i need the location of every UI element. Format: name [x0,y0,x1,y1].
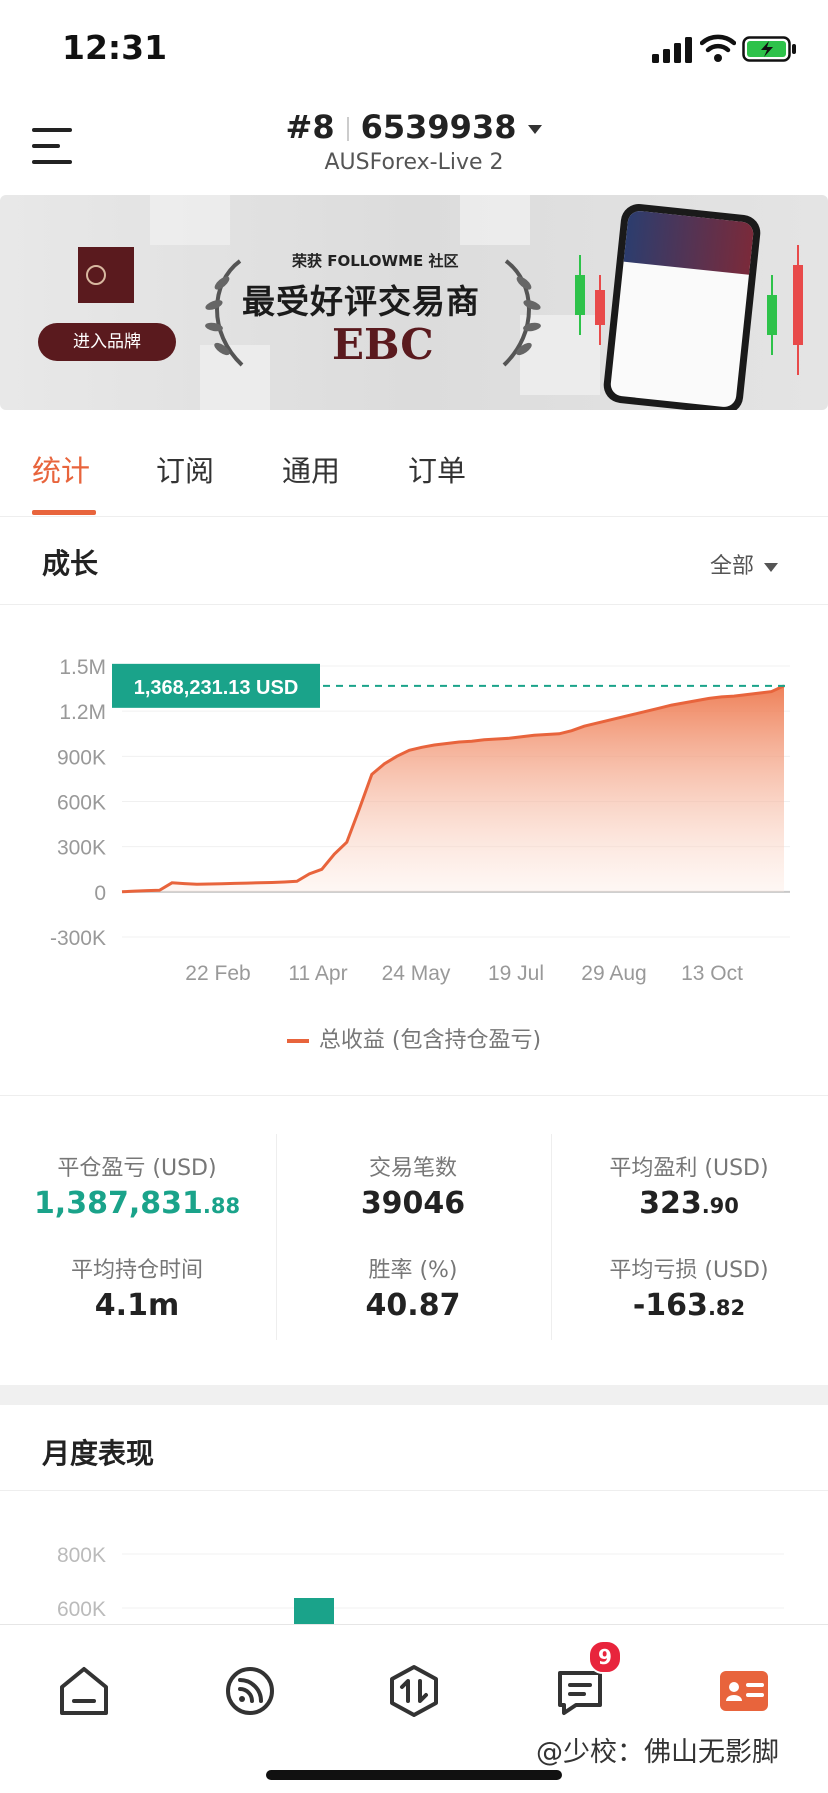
ebc-logo [78,247,134,303]
y-tick-label: 800K [57,1544,106,1567]
stat-value-integer: 1,387,831 [33,1186,203,1221]
home-indicator [266,1770,562,1780]
stat-value: 39046 [276,1186,550,1221]
signal-icon [652,37,692,63]
banner-decoration [460,195,530,245]
range-selector[interactable]: 全部 [710,548,779,580]
candlestick-decoration [767,245,803,375]
account-selector[interactable]: #8 6539938 [0,108,828,146]
x-tick-label: 24 May [382,962,451,985]
profile-card-icon[interactable] [712,1659,776,1723]
phone-illustration [601,202,763,410]
tab-bar: 统计 订阅 通用 订单 [0,410,828,517]
trade-icon[interactable] [382,1659,446,1723]
divider [346,117,349,141]
divider [551,1134,552,1340]
banner-decoration [150,195,230,245]
chart-legend: 总收益 (包含持仓盈亏) [0,1022,828,1054]
promo-banner[interactable]: 进入品牌 荣获 FOLLOWME 社区 最受好评交易商 EBC [0,195,828,410]
tab-general[interactable]: 通用 [282,448,340,490]
feed-icon[interactable] [218,1659,282,1723]
divider [0,604,828,605]
account-number: 6539938 [360,108,517,146]
stat-value: 40.87 [276,1288,550,1323]
stat-value: 1,387,831.88 [0,1186,274,1221]
legend-swatch [286,1039,309,1043]
monthly-bar [294,1598,334,1624]
stat-value-integer: -163 [632,1288,708,1323]
stat-label: 平均亏损 (USD) [609,1258,769,1283]
tab-subscribe[interactable]: 订阅 [156,448,214,490]
stat-label: 交易笔数 [368,1156,457,1181]
x-tick-label: 11 Apr [288,962,347,985]
legend-label: 总收益 (包含持仓盈亏) [318,1028,542,1053]
growth-chart: 1.5M 1.2M 900K 600K 300K 0 -300K 22 Feb 11 Apr 24… [50,656,790,985]
divider [0,1095,828,1096]
enter-brand-button[interactable]: 进入品牌 [38,323,176,361]
stat-value: 323.90 [552,1186,826,1221]
y-tick-label: 1.5M [59,656,106,679]
stat-value-decimal: .88 [202,1194,241,1218]
stat-value-integer: 40.87 [365,1288,461,1323]
wifi-icon [700,34,736,62]
stat-value-decimal: .82 [707,1296,746,1320]
message-badge: 9 [588,1640,622,1674]
y-tick-label: 600K [57,1598,106,1621]
range-label: 全部 [710,554,755,579]
tab-indicator [32,510,96,515]
stat-label: 平均盈利 (USD) [609,1156,769,1181]
laurel-right-icon [502,259,541,367]
stat-label: 平仓盈亏 (USD) [57,1156,217,1181]
status-bar: 12:31 [0,0,828,90]
candlestick-decoration [575,255,605,345]
section-title-growth: 成长 [42,547,99,580]
stat-value-integer: 4.1m [94,1288,180,1323]
x-tick-label: 13 Oct [681,962,743,985]
home-icon[interactable] [52,1659,116,1723]
current-value-label: 1,368,231.13 USD [134,677,299,699]
stat-label: 平均持仓时间 [70,1258,203,1283]
y-tick-label: 1.2M [59,701,106,724]
caret-down-icon [764,562,779,572]
y-tick-label: 0 [94,882,106,905]
tab-orders[interactable]: 订单 [408,448,466,490]
stat-value: 4.1m [0,1288,274,1323]
section-gap [0,1385,828,1405]
account-server: AUSForex-Live 2 [324,150,504,175]
banner-headline: 最受好评交易商 [242,282,480,321]
stat-value-integer: 323 [639,1186,702,1221]
stat-value-decimal: .90 [701,1194,739,1218]
status-time: 12:31 [62,28,168,67]
series-area [122,685,784,892]
stat-value-integer: 39046 [360,1186,466,1221]
banner-subtitle: 荣获 FOLLOWME 社区 [292,252,459,270]
stat-label: 胜率 (%) [368,1258,458,1283]
x-tick-label: 19 Jul [488,962,544,985]
divider [276,1134,277,1340]
y-tick-label: 300K [57,837,106,860]
watermark: @少校：佛山无影脚 [536,1737,779,1768]
y-tick-label: -300K [50,927,106,950]
monthly-chart: 800K 600K [57,1544,784,1624]
x-tick-label: 29 Aug [581,962,646,985]
section-title-monthly: 月度表现 [42,1437,155,1470]
battery-icon [742,36,796,62]
x-tick-label: 22 Feb [185,962,250,985]
tab-statistics[interactable]: 统计 [32,448,90,490]
account-rank: #8 [285,108,335,146]
stat-value: -163.82 [552,1288,826,1323]
y-tick-label: 600K [57,792,106,815]
y-tick-label: 900K [57,746,106,769]
caret-down-icon [528,124,543,134]
banner-brand: EBC [332,320,434,369]
